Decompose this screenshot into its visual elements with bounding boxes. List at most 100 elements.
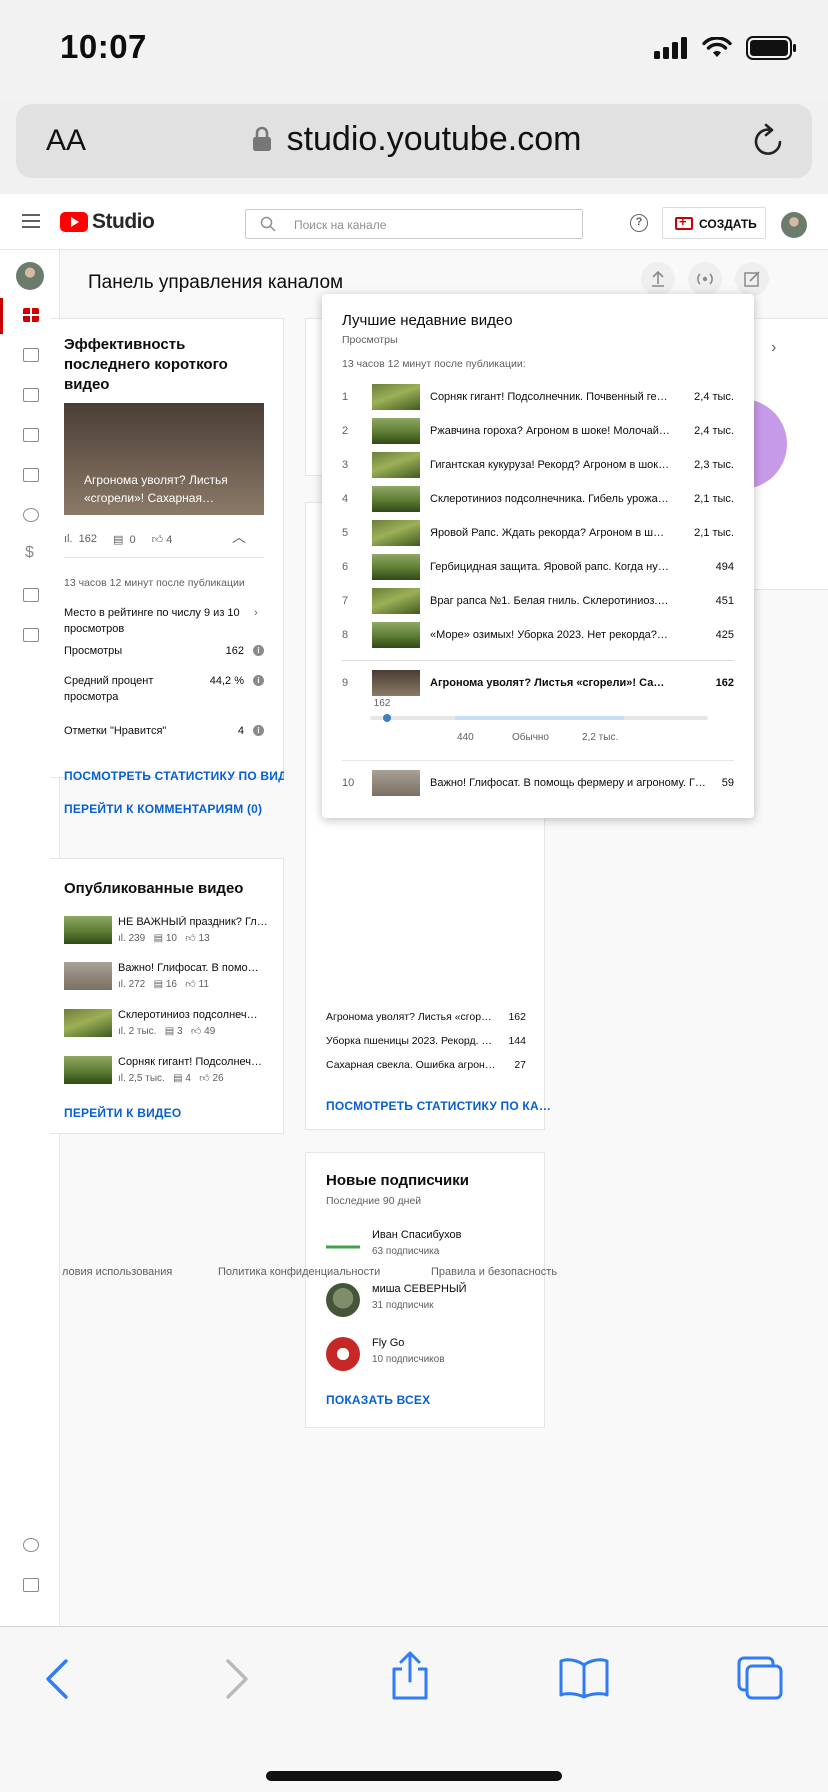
studio-page: Studio Поиск на канале ? СОЗДАТЬ $ Панел… bbox=[0, 194, 828, 1626]
video-metrics: ıl. 162 ▤ 0 👍︎ 4 bbox=[64, 533, 172, 546]
table-row[interactable]: Уборка пшеницы 2023. Рекорд. … 144 bbox=[326, 1035, 526, 1047]
subscriber-item[interactable]: Fly Go 10 подписчиков bbox=[326, 1337, 526, 1373]
likes-row: Отметки "Нравится" 4 i bbox=[64, 725, 264, 737]
go-live-button[interactable] bbox=[688, 262, 722, 296]
subscriber-avatar bbox=[326, 1233, 360, 1261]
share-icon[interactable] bbox=[388, 1651, 432, 1701]
sidebar-item-settings[interactable] bbox=[0, 1528, 60, 1564]
back-icon[interactable] bbox=[42, 1657, 72, 1701]
table-row[interactable]: 2 Ржавчина гороха? Агроном в шоке! Молоча… bbox=[342, 418, 734, 444]
video-thumbnail bbox=[372, 384, 420, 410]
search-input[interactable]: Поиск на канале bbox=[245, 209, 583, 239]
bookmarks-icon[interactable] bbox=[558, 1657, 610, 1699]
youtube-logo-icon bbox=[60, 212, 88, 232]
table-row[interactable]: 7 Враг рапса №1. Белая гниль. Склеротинио… bbox=[342, 588, 734, 614]
range-bar bbox=[370, 714, 708, 722]
popup-title: Лучшие недавние видео bbox=[342, 312, 513, 329]
footer-terms-link[interactable]: ловия использования bbox=[62, 1266, 172, 1278]
sidebar-item-feedback[interactable] bbox=[0, 1568, 60, 1604]
video-thumbnail bbox=[64, 1009, 112, 1037]
table-row[interactable]: 4 Склеротиниоз подсолнечника. Гибель урож… bbox=[342, 486, 734, 512]
table-row[interactable]: 3 Гигантская кукуруза! Рекорд? Агроном в … bbox=[342, 452, 734, 478]
studio-logo[interactable]: Studio bbox=[60, 210, 155, 234]
table-row[interactable]: 6 Гербицидная защита. Яровой рапс. Когда … bbox=[342, 554, 734, 580]
info-icon[interactable]: i bbox=[253, 645, 264, 656]
list-item[interactable]: Сорняк гигант! Подсолнеч… ıl. 2,5 тыс. ▤… bbox=[64, 1056, 284, 1086]
current-value-label: 162 bbox=[373, 698, 391, 709]
top-recent-videos-popup: Лучшие недавние видео Просмотры 13 часов… bbox=[322, 294, 754, 818]
current-value-marker bbox=[382, 714, 391, 722]
table-row[interactable]: 8 «Море» озимых! Уборка 2023. Нет рекорда… bbox=[342, 622, 734, 648]
views-metric: ıl. 162 bbox=[64, 533, 98, 545]
go-to-videos-link[interactable]: ПЕРЕЙТИ К ВИДЕО bbox=[64, 1106, 181, 1120]
create-post-button[interactable] bbox=[735, 262, 769, 296]
list-item[interactable]: Важно! Глифосат. В помо… ıl. 272 ▤ 16 👍︎… bbox=[64, 962, 284, 992]
video-thumbnail bbox=[64, 962, 112, 990]
chevron-right-icon[interactable]: › bbox=[771, 339, 776, 357]
video-thumbnail bbox=[372, 670, 420, 696]
upload-icon bbox=[652, 270, 664, 287]
reload-icon[interactable] bbox=[752, 122, 786, 158]
subscriber-avatar bbox=[326, 1283, 360, 1317]
collapse-icon[interactable]: ︿ bbox=[232, 527, 246, 547]
show-all-subscribers-link[interactable]: ПОКАЗАТЬ ВСЕХ bbox=[326, 1393, 430, 1407]
range-high-label: 2,2 тыс. bbox=[582, 732, 619, 743]
comments-icon bbox=[23, 428, 39, 442]
table-row[interactable]: 10 Важно! Глифосат. В помощь фермеру и аг… bbox=[342, 770, 734, 796]
subscriber-item[interactable]: миша СЕВЕРНЫЙ 31 подписчик bbox=[326, 1283, 526, 1319]
video-thumbnail bbox=[372, 418, 420, 444]
video-thumbnail bbox=[372, 486, 420, 512]
footer-safety-link[interactable]: Правила и безопасность bbox=[431, 1266, 557, 1278]
tabs-icon[interactable] bbox=[736, 1655, 784, 1701]
footer-privacy-link[interactable]: Политика конфиденциальности bbox=[218, 1266, 380, 1278]
info-icon[interactable]: i bbox=[253, 725, 264, 736]
comments-metric: ▤ 0 bbox=[113, 534, 136, 546]
view-video-stats-link[interactable]: ПОСМОТРЕТЬ СТАТИСТИКУ ПО ВИДЕО bbox=[64, 769, 284, 783]
video-thumbnail bbox=[372, 622, 420, 648]
battery-icon bbox=[746, 36, 796, 60]
address-bar[interactable]: AA studio.youtube.com bbox=[16, 104, 812, 178]
table-row-highlight[interactable]: 9 Агронома уволят? Листья «сгорели»! Саха… bbox=[342, 670, 734, 696]
video-thumbnail[interactable]: Агронома уволят? Листья «сгорели»! Сахар… bbox=[64, 403, 264, 515]
thumbnail-title: Агронома уволят? Листья «сгорели»! Сахар… bbox=[84, 473, 228, 505]
menu-icon[interactable] bbox=[22, 214, 40, 232]
list-item[interactable]: НЕ ВАЖНЫЙ праздник? Гл… ıl. 239 ▤ 10 👍︎ … bbox=[64, 916, 284, 946]
subscriber-avatar bbox=[326, 1337, 360, 1371]
forward-icon[interactable] bbox=[222, 1657, 252, 1701]
table-row[interactable]: Агронома уволят? Листья «сгор… 162 bbox=[326, 1011, 526, 1023]
card-title: Новые подписчики bbox=[326, 1172, 469, 1189]
info-icon[interactable]: i bbox=[253, 675, 264, 686]
range-typical-label: Обычно bbox=[512, 732, 549, 743]
account-avatar[interactable] bbox=[781, 212, 807, 238]
feedback-icon bbox=[23, 1578, 39, 1592]
table-row[interactable]: 5 Яровой Рапс. Ждать рекорда? Агроном в ш… bbox=[342, 520, 734, 546]
video-thumbnail bbox=[372, 588, 420, 614]
rank-row[interactable]: Место в рейтинге по числу просмотров 9 и… bbox=[64, 605, 264, 637]
create-button[interactable]: СОЗДАТЬ bbox=[662, 207, 766, 239]
avg-view-row: Средний процент просмотра 44,2 % i bbox=[64, 673, 264, 705]
cellular-signal-icon bbox=[654, 37, 687, 59]
analytics-icon bbox=[23, 388, 39, 402]
help-icon[interactable]: ? bbox=[630, 214, 648, 232]
card-title: Опубликованные видео bbox=[64, 880, 244, 897]
go-to-comments-link[interactable]: ПЕРЕЙТИ К КОММЕНТАРИЯМ (0) bbox=[64, 802, 262, 816]
url-text[interactable]: studio.youtube.com bbox=[16, 120, 812, 159]
home-indicator bbox=[266, 1771, 562, 1781]
list-item[interactable]: Склеротиниоз подсолнеч… ıl. 2 тыс. ▤ 3 👍… bbox=[64, 1009, 284, 1039]
table-row[interactable]: 1 Сорняк гигант! Подсолнечник. Почвенный … bbox=[342, 384, 734, 410]
video-thumbnail bbox=[64, 916, 112, 944]
subscriber-item[interactable]: Иван Спасибухов 63 подписчика bbox=[326, 1229, 526, 1265]
range-low-label: 440 bbox=[457, 732, 474, 743]
subtitles-icon bbox=[23, 468, 39, 482]
channel-avatar[interactable] bbox=[16, 262, 44, 290]
upload-button[interactable] bbox=[641, 262, 675, 296]
wifi-icon bbox=[702, 37, 732, 57]
card-subtitle: Последние 90 дней bbox=[326, 1195, 422, 1207]
table-row[interactable]: Сахарная свекла. Ошибка агрон… 27 bbox=[326, 1059, 526, 1071]
dollar-icon: $ bbox=[25, 544, 34, 561]
page-title: Панель управления каналом bbox=[88, 272, 344, 293]
views-row: Просмотры 162 i bbox=[64, 645, 264, 657]
view-channel-stats-link[interactable]: ПОСМОТРЕТЬ СТАТИСТИКУ ПО КА… bbox=[326, 1099, 551, 1113]
video-thumbnail bbox=[372, 770, 420, 796]
content-icon bbox=[23, 348, 39, 362]
